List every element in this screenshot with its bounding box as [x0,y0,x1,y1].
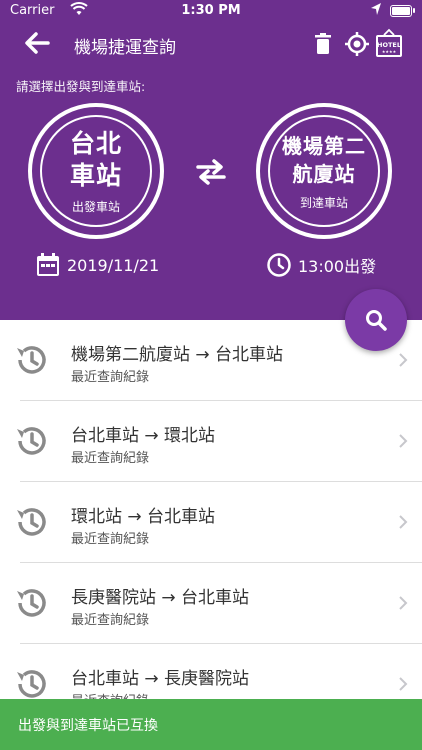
history-item[interactable]: 環北站 → 台北車站最近查詢紀錄 [0,482,422,563]
trash-icon[interactable] [309,30,337,58]
header: Carrier 1:30 PM 機場捷運查詢 HOTEL ★★★★ 請選擇出發與… [0,0,422,320]
history-route: 台北車站 → 環北站 [71,426,216,446]
chevron-right-icon [399,434,408,448]
arrival-name-line1: 機場第二 [282,133,366,158]
chevron-right-icon [399,353,408,367]
battery-icon [390,5,415,17]
history-route: 長庚醫院站 → 台北車站 [71,588,250,608]
time-value: 13:00出發 [298,257,377,276]
history-route: 環北站 → 台北車站 [71,507,216,527]
date-value: 2019/11/21 [67,255,160,275]
date-selector[interactable]: 2019/11/21 [35,252,159,278]
locate-icon[interactable] [343,30,371,58]
history-icon [17,670,46,698]
hotel-icon-text: HOTEL [377,41,401,49]
back-arrow-icon[interactable] [22,28,52,58]
page-title: 機場捷運查詢 [74,38,176,58]
nav-bar: 機場捷運查詢 HOTEL ★★★★ [0,22,422,66]
departure-station-button[interactable]: 台北 車站 出發車站 [28,103,164,239]
clock: 1:30 PM [181,3,241,18]
departure-name-line2: 車站 [69,160,122,190]
arrival-name-line2: 航廈站 [292,161,356,186]
history-item[interactable]: 機場第二航廈站 → 台北車站最近查詢紀錄 [0,320,422,401]
arrival-role-label: 到達車站 [299,195,348,210]
swap-stations-icon[interactable] [194,158,228,186]
history-item[interactable]: 長庚醫院站 → 台北車站最近查詢紀錄 [0,563,422,644]
history-list: 機場第二航廈站 → 台北車站 最近查詢紀錄 台北車站 → 環北站 最近查詢紀錄 環北站 … [0,320,422,725]
chevron-right-icon [399,515,408,529]
history-icon [17,508,46,536]
location-arrow-icon [371,3,381,15]
history-icon [17,589,46,617]
history-icon [17,346,46,374]
calendar-icon [37,253,59,276]
history-route: 機場第二航廈站 → 台北車站 [71,345,284,365]
history-subtitle: 最近查詢紀錄 [71,613,150,628]
chevron-right-icon [399,677,408,691]
time-selector[interactable]: 13:00出發 [266,252,376,278]
chevron-right-icon [399,596,408,610]
departure-name-line1: 台北 [69,128,122,158]
svg-text:★★★★: ★★★★ [382,49,397,54]
history-subtitle: 最近查詢紀錄 [71,451,150,466]
arrival-station-button[interactable]: 機場第二 航廈站 到達車站 [256,103,392,239]
history-icon [17,427,46,455]
clock-icon [267,253,291,277]
history-subtitle: 最近查詢紀錄 [71,370,150,385]
station-prompt: 請選擇出發與到達車站: [16,79,146,94]
hotel-icon[interactable]: HOTEL ★★★★ [375,28,403,58]
status-bar: Carrier 1:30 PM [0,0,422,22]
history-item[interactable]: 台北車站 → 環北站最近查詢紀錄 [0,401,422,482]
history-subtitle: 最近查詢紀錄 [71,532,150,547]
departure-role-label: 出發車站 [71,199,120,214]
history-route: 台北車站 → 長庚醫院站 [71,669,250,689]
toast-message: 出發與到達車站已互換 [0,699,422,750]
